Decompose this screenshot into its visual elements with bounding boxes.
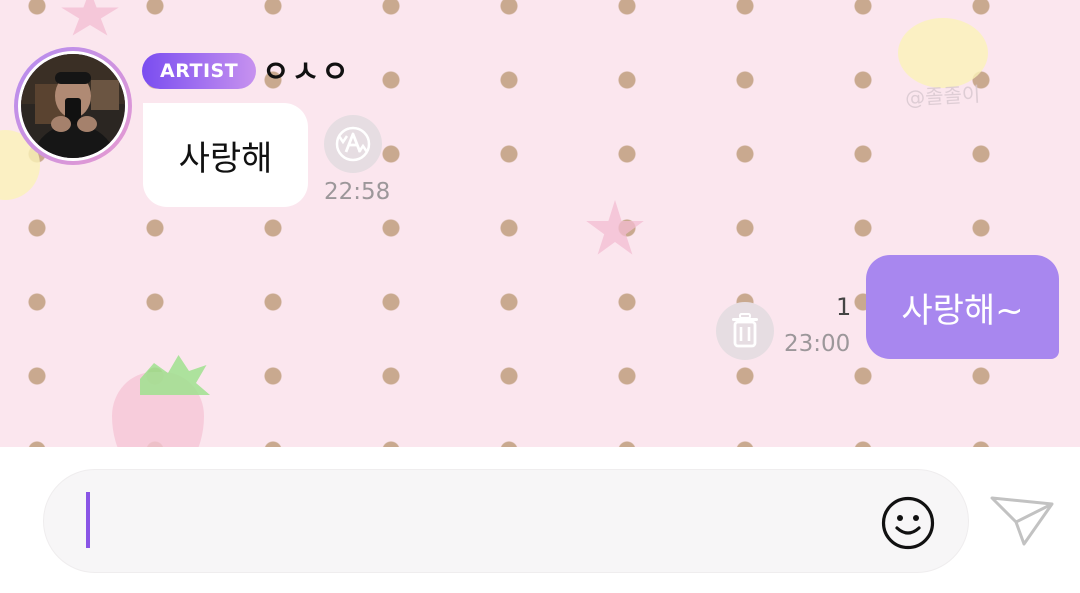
text-caret (86, 492, 90, 548)
unread-count: 1 (836, 293, 852, 321)
message-input[interactable] (96, 500, 860, 542)
artist-avatar[interactable] (14, 47, 132, 165)
avatar-photo (18, 51, 128, 161)
artist-badge: ARTIST (142, 53, 257, 89)
incoming-message-time: 22:58 (324, 179, 391, 205)
send-button[interactable] (986, 488, 1058, 550)
translate-a-icon (335, 126, 371, 162)
paper-plane-icon (990, 496, 1054, 546)
smiley-icon (881, 496, 935, 550)
delete-button[interactable] (716, 302, 774, 360)
decor-strawberry-leaf (140, 355, 210, 395)
translate-button[interactable] (324, 115, 382, 173)
avatar-photo-icon (21, 54, 125, 158)
background-watermark: @졸졸이 (904, 82, 981, 110)
artist-name: ㅇㅅㅇ (262, 55, 351, 90)
incoming-message-text: 사랑해 (178, 138, 273, 179)
chat-area[interactable]: @졸졸이 ARTIST ㅇㅅㅇ 사랑해 22:58 1 23:00 사랑해~ (0, 0, 1080, 447)
outgoing-message-bubble[interactable]: 사랑해~ (866, 255, 1059, 359)
decor-star (586, 200, 644, 255)
decor-star (61, 0, 119, 36)
outgoing-message-time: 23:00 (784, 331, 851, 357)
trash-icon (732, 313, 758, 348)
emoji-button[interactable] (880, 495, 936, 551)
incoming-message-bubble[interactable]: 사랑해 (143, 103, 308, 207)
outgoing-message-text: 사랑해~ (901, 290, 1024, 331)
